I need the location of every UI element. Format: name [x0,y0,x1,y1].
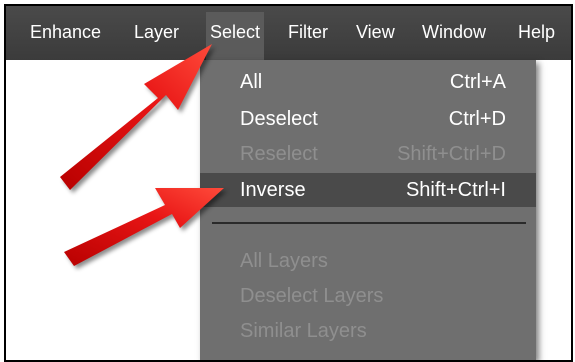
menu-item-shortcut: Shift+Ctrl+D [397,143,506,165]
screenshot-frame: Enhance Layer Select Filter View Window … [4,4,573,362]
menu-separator [212,222,526,224]
menu-item-label: All Layers [240,250,328,272]
menu-bar: Enhance Layer Select Filter View Window … [6,6,571,60]
menu-item-shortcut: Ctrl+A [449,71,506,93]
menu-item-label: All [240,71,263,93]
menu-item-label: Deselect [240,108,318,130]
menu-view[interactable]: View [356,20,395,44]
menu-item-deselect[interactable]: Deselect Ctrl+D [200,102,536,136]
menu-item-all[interactable]: All Ctrl+A [200,65,536,99]
menu-item-shortcut: Ctrl+D [448,108,506,130]
menu-item-all-layers: All Layers [200,244,536,278]
menu-select[interactable]: Select [206,12,265,60]
menu-item-reselect: Reselect Shift+Ctrl+D [200,137,536,171]
menu-help[interactable]: Help [518,20,555,44]
menu-item-inverse[interactable]: Inverse Shift+Ctrl+I [200,173,536,207]
menu-item-label: Similar Layers [240,320,367,342]
select-dropdown-menu: All Ctrl+A Deselect Ctrl+D Reselect Shif… [200,60,536,360]
menu-filter[interactable]: Filter [288,20,328,44]
menu-item-label: Reselect [240,143,318,165]
menu-item-similar-layers: Similar Layers [200,314,536,348]
menu-item-deselect-layers: Deselect Layers [200,279,536,313]
menu-layer[interactable]: Layer [134,20,179,44]
menu-enhance[interactable]: Enhance [30,20,101,44]
menu-item-label: Deselect Layers [240,285,384,307]
menu-window[interactable]: Window [422,20,486,44]
menu-item-shortcut: Shift+Ctrl+I [405,179,506,201]
menu-item-label: Inverse [240,179,306,201]
